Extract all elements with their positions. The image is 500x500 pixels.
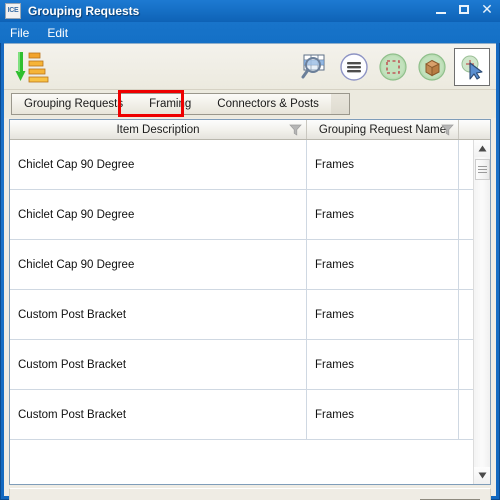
tab-label: Framing — [149, 98, 192, 110]
app-icon: ICE — [5, 3, 21, 19]
pick-cursor-icon[interactable] — [454, 48, 490, 86]
scrollbar-thumb-grip — [478, 166, 487, 173]
tab-label: Connectors & Posts — [217, 98, 319, 110]
cell-item-description: Custom Post Bracket — [10, 390, 307, 439]
scroll-up-arrow-icon[interactable] — [474, 140, 490, 157]
title-bar: ICE Grouping Requests ✕ — [0, 0, 500, 22]
maximize-icon[interactable] — [457, 3, 471, 17]
table-row[interactable]: Chiclet Cap 90 Degree Frames — [10, 240, 490, 290]
table-row[interactable]: Custom Post Bracket Frames — [10, 390, 490, 440]
cell-item-description: Chiclet Cap 90 Degree — [10, 140, 307, 189]
scroll-down-arrow-icon[interactable] — [474, 467, 490, 484]
vertical-scrollbar[interactable] — [473, 140, 490, 484]
find-in-table-icon[interactable] — [298, 49, 332, 85]
cell-grouping-request-name: Frames — [307, 390, 459, 439]
tabs-filler — [330, 94, 349, 114]
scrollbar-thumb[interactable] — [475, 159, 490, 180]
menu-bar: File Edit — [0, 22, 500, 43]
sort-descending-icon[interactable] — [12, 50, 50, 84]
column-header-item-description[interactable]: Item Description — [10, 120, 307, 139]
grid-header-row: Item Description Grouping Request Name — [10, 120, 490, 140]
footer-panel: Close — [9, 488, 491, 500]
package-3d-icon[interactable] — [415, 49, 449, 85]
menu-item-edit[interactable]: Edit — [45, 25, 70, 41]
filter-funnel-icon[interactable] — [441, 124, 454, 139]
tab-grouping-requests[interactable]: Grouping Requests — [12, 94, 136, 114]
grid-body: Chiclet Cap 90 Degree Frames Chiclet Cap… — [10, 140, 490, 484]
tabs-container: Grouping Requests Framing Connectors & P… — [11, 93, 350, 115]
column-header-label: Grouping Request Name — [318, 123, 447, 136]
minimize-icon[interactable] — [434, 3, 448, 17]
column-header-grouping-request-name[interactable]: Grouping Request Name — [307, 120, 459, 139]
tab-strip: Grouping Requests Framing Connectors & P… — [4, 90, 496, 118]
cell-item-description: Chiclet Cap 90 Degree — [10, 190, 307, 239]
tab-connectors-and-posts[interactable]: Connectors & Posts — [203, 94, 331, 114]
cell-grouping-request-name: Frames — [307, 290, 459, 339]
selection-box-icon[interactable] — [376, 49, 410, 85]
table-row[interactable]: Custom Post Bracket Frames — [10, 340, 490, 390]
close-icon[interactable]: ✕ — [480, 2, 494, 17]
table-row[interactable]: Custom Post Bracket Frames — [10, 290, 490, 340]
application-window: ICE Grouping Requests ✕ File Edit Groupi… — [0, 0, 500, 500]
cell-item-description: Custom Post Bracket — [10, 290, 307, 339]
client-area: Grouping Requests Framing Connectors & P… — [4, 43, 496, 500]
table-row[interactable]: Chiclet Cap 90 Degree Frames — [10, 140, 490, 190]
data-grid: Item Description Grouping Request Name C… — [9, 119, 491, 485]
cell-item-description: Custom Post Bracket — [10, 340, 307, 389]
toolbar — [4, 44, 496, 90]
column-header-blank[interactable] — [459, 120, 490, 139]
cell-grouping-request-name: Frames — [307, 190, 459, 239]
cell-grouping-request-name: Frames — [307, 240, 459, 289]
table-row[interactable]: Chiclet Cap 90 Degree Frames — [10, 190, 490, 240]
tab-framing[interactable]: Framing — [135, 94, 204, 114]
cell-grouping-request-name: Frames — [307, 340, 459, 389]
window-controls: ✕ — [434, 2, 494, 17]
cell-grouping-request-name: Frames — [307, 140, 459, 189]
tab-label: Grouping Requests — [24, 98, 124, 110]
toolbar-buttons — [298, 48, 490, 86]
column-header-label: Item Description — [116, 123, 200, 136]
window-title: Grouping Requests — [28, 4, 140, 18]
filter-funnel-icon[interactable] — [289, 124, 302, 139]
menu-item-file[interactable]: File — [8, 25, 31, 41]
cell-item-description: Chiclet Cap 90 Degree — [10, 240, 307, 289]
list-lines-icon[interactable] — [337, 49, 371, 85]
